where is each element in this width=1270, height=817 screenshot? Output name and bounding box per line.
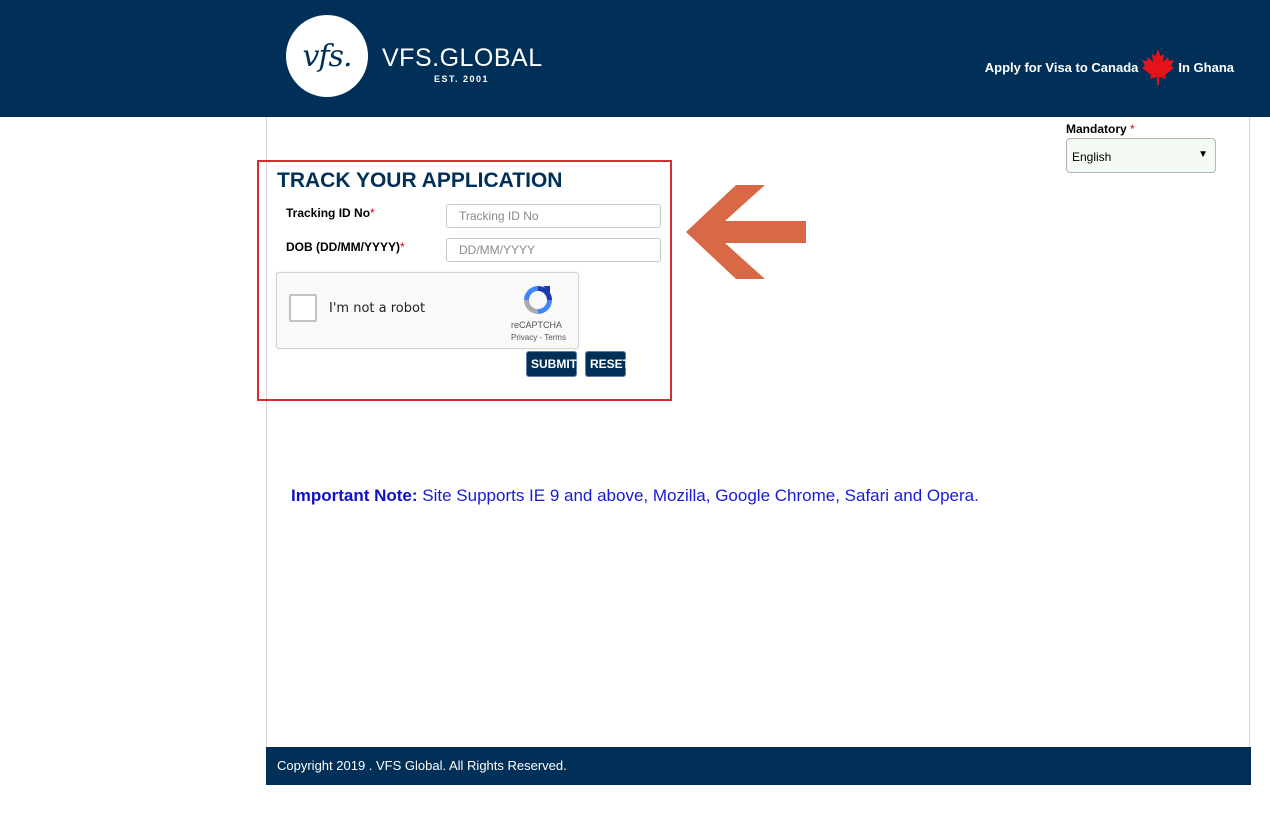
note-label: Important Note:: [291, 486, 418, 505]
brand-name: VFS.GLOBAL: [382, 44, 543, 72]
chevron-down-icon: ▼: [1198, 149, 1208, 160]
recaptcha-icon: [524, 286, 552, 314]
recaptcha-label: I'm not a robot: [329, 301, 426, 316]
brand-est: EST. 2001: [434, 74, 490, 84]
note-text: Site Supports IE 9 and above, Mozilla, G…: [417, 486, 979, 505]
recaptcha-brand: reCAPTCHA: [511, 320, 563, 330]
recaptcha-links[interactable]: Privacy - Terms: [511, 333, 566, 342]
apply-text: Apply for Visa to Canada: [984, 59, 1139, 75]
vfs-logo[interactable]: vfs.: [286, 15, 368, 97]
language-label: Mandatory *: [1066, 122, 1135, 136]
language-selected-value: English: [1072, 150, 1112, 164]
dob-input[interactable]: [446, 238, 661, 262]
arrow-left-icon: [686, 185, 806, 279]
recaptcha-checkbox[interactable]: [289, 294, 317, 322]
visa-info: Apply for Visa to Canada In Ghana: [985, 48, 1234, 86]
site-footer: Copyright 2019 . VFS Global. All Rights …: [266, 747, 1251, 785]
submit-button[interactable]: SUBMIT: [526, 351, 577, 377]
logo-mark: vfs.: [302, 38, 353, 74]
reset-button[interactable]: RESET: [585, 351, 630, 377]
tracking-id-input[interactable]: [446, 204, 661, 228]
maple-leaf-icon: [1142, 49, 1175, 85]
track-title: TRACK YOUR APPLICATION: [277, 169, 563, 192]
dob-label: DOB (DD/MM/YYYY)*: [286, 240, 405, 254]
site-header: vfs. VFS.GLOBAL EST. 2001 Apply for Visa…: [0, 0, 1270, 117]
copyright-text: Copyright 2019 . VFS Global. All Rights …: [277, 758, 567, 773]
recaptcha-widget: I'm not a robot reCAPTCHA Privacy - Term…: [276, 272, 579, 349]
important-note: Important Note: Site Supports IE 9 and a…: [291, 486, 979, 506]
tracking-id-label: Tracking ID No*: [286, 206, 375, 220]
required-mark: *: [1130, 122, 1135, 136]
location-text: In Ghana: [1178, 59, 1234, 75]
language-select[interactable]: English ▼: [1066, 138, 1216, 173]
